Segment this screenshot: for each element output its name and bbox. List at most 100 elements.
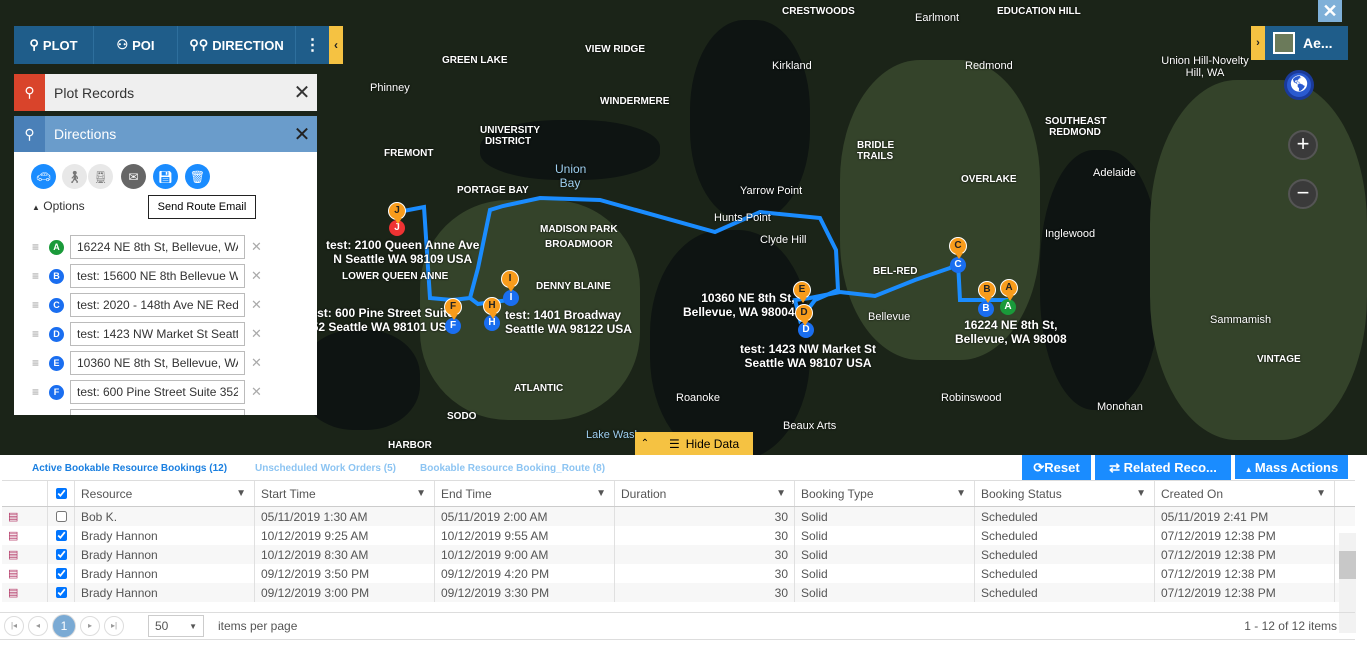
waypoint-input[interactable]	[70, 409, 245, 415]
car-mode-icon[interactable]: 🚗︎	[31, 164, 56, 189]
globe-rotate-icon[interactable]: 🌎︎	[1284, 70, 1314, 100]
filter-icon[interactable]: ▼	[596, 488, 606, 499]
pin-b[interactable]: B	[978, 281, 996, 303]
waypoint-input[interactable]	[70, 235, 245, 259]
map-label: Phinney	[370, 82, 410, 94]
options-toggle[interactable]: ▲ Options	[32, 199, 85, 213]
waypoint-input[interactable]	[70, 264, 245, 288]
filter-icon[interactable]: ▼	[776, 488, 786, 499]
row-checkbox[interactable]	[55, 530, 67, 541]
drag-handle-icon[interactable]: ≡	[32, 269, 49, 283]
waypoint-input[interactable]	[70, 293, 245, 317]
drag-handle-icon[interactable]: ≡	[32, 356, 49, 370]
mass-actions-button[interactable]: ▲ Mass Actions	[1235, 455, 1348, 479]
pin-a[interactable]: A	[1000, 279, 1018, 301]
drag-handle-icon[interactable]: ≡	[32, 385, 49, 399]
table-row[interactable]: ▤ Brady Hannon 10/12/2019 8:30 AM 10/12/…	[2, 545, 1355, 564]
remove-icon[interactable]: ✕	[251, 355, 262, 371]
remove-icon[interactable]: ✕	[251, 297, 262, 313]
current-page-button[interactable]: 1	[52, 614, 76, 638]
more-menu-icon[interactable]: ⋮	[296, 26, 329, 64]
booking-record-icon[interactable]: ▤	[8, 529, 18, 542]
next-page-icon[interactable]: ▸	[80, 616, 100, 636]
pin-c[interactable]: C	[949, 237, 967, 259]
pin-e[interactable]: E	[793, 281, 811, 303]
zoom-out-button[interactable]: −	[1288, 179, 1318, 209]
pin-j[interactable]: J	[388, 202, 406, 224]
map-label: Beaux Arts	[783, 420, 837, 432]
table-row[interactable]: ▤ Bob K. 05/11/2019 1:30 AM 05/11/2019 2…	[2, 507, 1355, 526]
booking-record-icon[interactable]: ▤	[8, 586, 18, 599]
reset-button[interactable]: ⟳Reset	[1022, 455, 1091, 480]
column-header[interactable]: Resource ▼	[75, 481, 255, 506]
waypoint-input[interactable]	[70, 322, 245, 346]
remove-icon[interactable]: ✕	[251, 268, 262, 284]
collapse-toolbar-chevron-icon[interactable]: ‹	[329, 26, 343, 64]
map-label: EDUCATION HILL	[997, 6, 1081, 17]
column-header[interactable]: Created On ▼	[1155, 481, 1335, 506]
pin-h[interactable]: H	[483, 297, 501, 319]
close-plot-records-icon[interactable]: ✕	[287, 80, 317, 105]
plot-button[interactable]: ⚲ PLOT	[14, 26, 94, 64]
filter-icon[interactable]: ▼	[416, 488, 426, 499]
hide-data-button[interactable]: ⌃ ☰ Hide Data	[635, 432, 753, 455]
page-size-select[interactable]: 50 ▼	[148, 615, 204, 637]
table-row[interactable]: ▤ Brady Hannon 09/12/2019 3:00 PM 09/12/…	[2, 583, 1355, 602]
save-route-icon[interactable]: 💾︎	[153, 164, 178, 189]
walk-mode-icon[interactable]: 🚶︎	[62, 164, 87, 189]
layer-selector[interactable]: › Ae...	[1251, 26, 1348, 60]
prev-page-icon[interactable]: ◂	[28, 616, 48, 636]
cell-created: 07/12/2019 12:38 PM	[1155, 526, 1335, 545]
pin-f[interactable]: F	[444, 298, 462, 320]
remove-icon[interactable]: ✕	[251, 384, 262, 400]
column-header[interactable]: Booking Status ▼	[975, 481, 1155, 506]
select-all-checkbox[interactable]	[55, 488, 67, 499]
row-checkbox[interactable]	[55, 511, 67, 522]
drag-handle-icon[interactable]: ≡	[32, 240, 49, 254]
first-page-icon[interactable]: |◂	[4, 616, 24, 636]
related-label: Related Reco...	[1123, 460, 1217, 475]
drag-handle-icon[interactable]: ≡	[32, 327, 49, 341]
tab-active-bookings[interactable]: Active Bookable Resource Bookings (12)	[32, 463, 227, 474]
plot-records-panel[interactable]: ⚲ Plot Records ✕	[14, 74, 317, 111]
table-row[interactable]: ▤ Brady Hannon 10/12/2019 9:25 AM 10/12/…	[2, 526, 1355, 545]
poi-button[interactable]: ⚇ POI	[94, 26, 178, 64]
column-header[interactable]: Duration ▼	[615, 481, 795, 506]
delete-route-icon[interactable]: 🗑︎	[185, 164, 210, 189]
transit-mode-icon[interactable]: 🚆︎	[88, 164, 113, 189]
pin-i[interactable]: I	[501, 270, 519, 292]
remove-icon[interactable]: ✕	[251, 239, 262, 255]
tab-unscheduled-work-orders[interactable]: Unscheduled Work Orders (5)	[255, 463, 396, 474]
column-header[interactable]: Start Time ▼	[255, 481, 435, 506]
chevron-right-icon[interactable]: ›	[1251, 26, 1265, 60]
close-directions-icon[interactable]: ✕	[287, 122, 317, 147]
row-checkbox[interactable]	[55, 549, 67, 560]
booking-record-icon[interactable]: ▤	[8, 567, 18, 580]
row-checkbox[interactable]	[55, 568, 67, 579]
drag-handle-icon[interactable]: ≡	[32, 298, 49, 312]
map[interactable]: CRESTWOODS Earlmont EDUCATION HILL GREEN…	[0, 0, 1367, 455]
email-route-icon[interactable]: ✉	[121, 164, 146, 189]
remove-icon[interactable]: ✕	[251, 326, 262, 342]
waypoint-input[interactable]	[70, 351, 245, 375]
row-checkbox[interactable]	[55, 587, 67, 598]
related-records-button[interactable]: ⇄ Related Reco...	[1095, 455, 1231, 480]
booking-record-icon[interactable]: ▤	[8, 510, 18, 523]
column-header[interactable]: Booking Type ▼	[795, 481, 975, 506]
filter-icon[interactable]: ▼	[956, 488, 966, 499]
last-page-icon[interactable]: ▸|	[104, 616, 124, 636]
column-header[interactable]: End Time ▼	[435, 481, 615, 506]
table-row[interactable]: ▤ Brady Hannon 09/12/2019 3:50 PM 09/12/…	[2, 564, 1355, 583]
filter-icon[interactable]: ▼	[1136, 488, 1146, 499]
close-map-icon[interactable]: ✕	[1318, 0, 1342, 22]
filter-icon[interactable]: ▼	[236, 488, 246, 499]
direction-button[interactable]: ⚲⚲ DIRECTION	[178, 26, 296, 64]
tab-booking-route[interactable]: Bookable Resource Booking_Route (8)	[420, 463, 605, 474]
booking-record-icon[interactable]: ▤	[8, 548, 18, 561]
zoom-in-button[interactable]: +	[1288, 130, 1318, 160]
directions-title: Directions	[54, 126, 117, 142]
route-pins-icon: ⚲⚲	[189, 37, 209, 52]
map-label: LOWER QUEEN ANNE	[342, 271, 449, 282]
waypoint-input[interactable]	[70, 380, 245, 404]
filter-icon[interactable]: ▼	[1316, 488, 1326, 499]
